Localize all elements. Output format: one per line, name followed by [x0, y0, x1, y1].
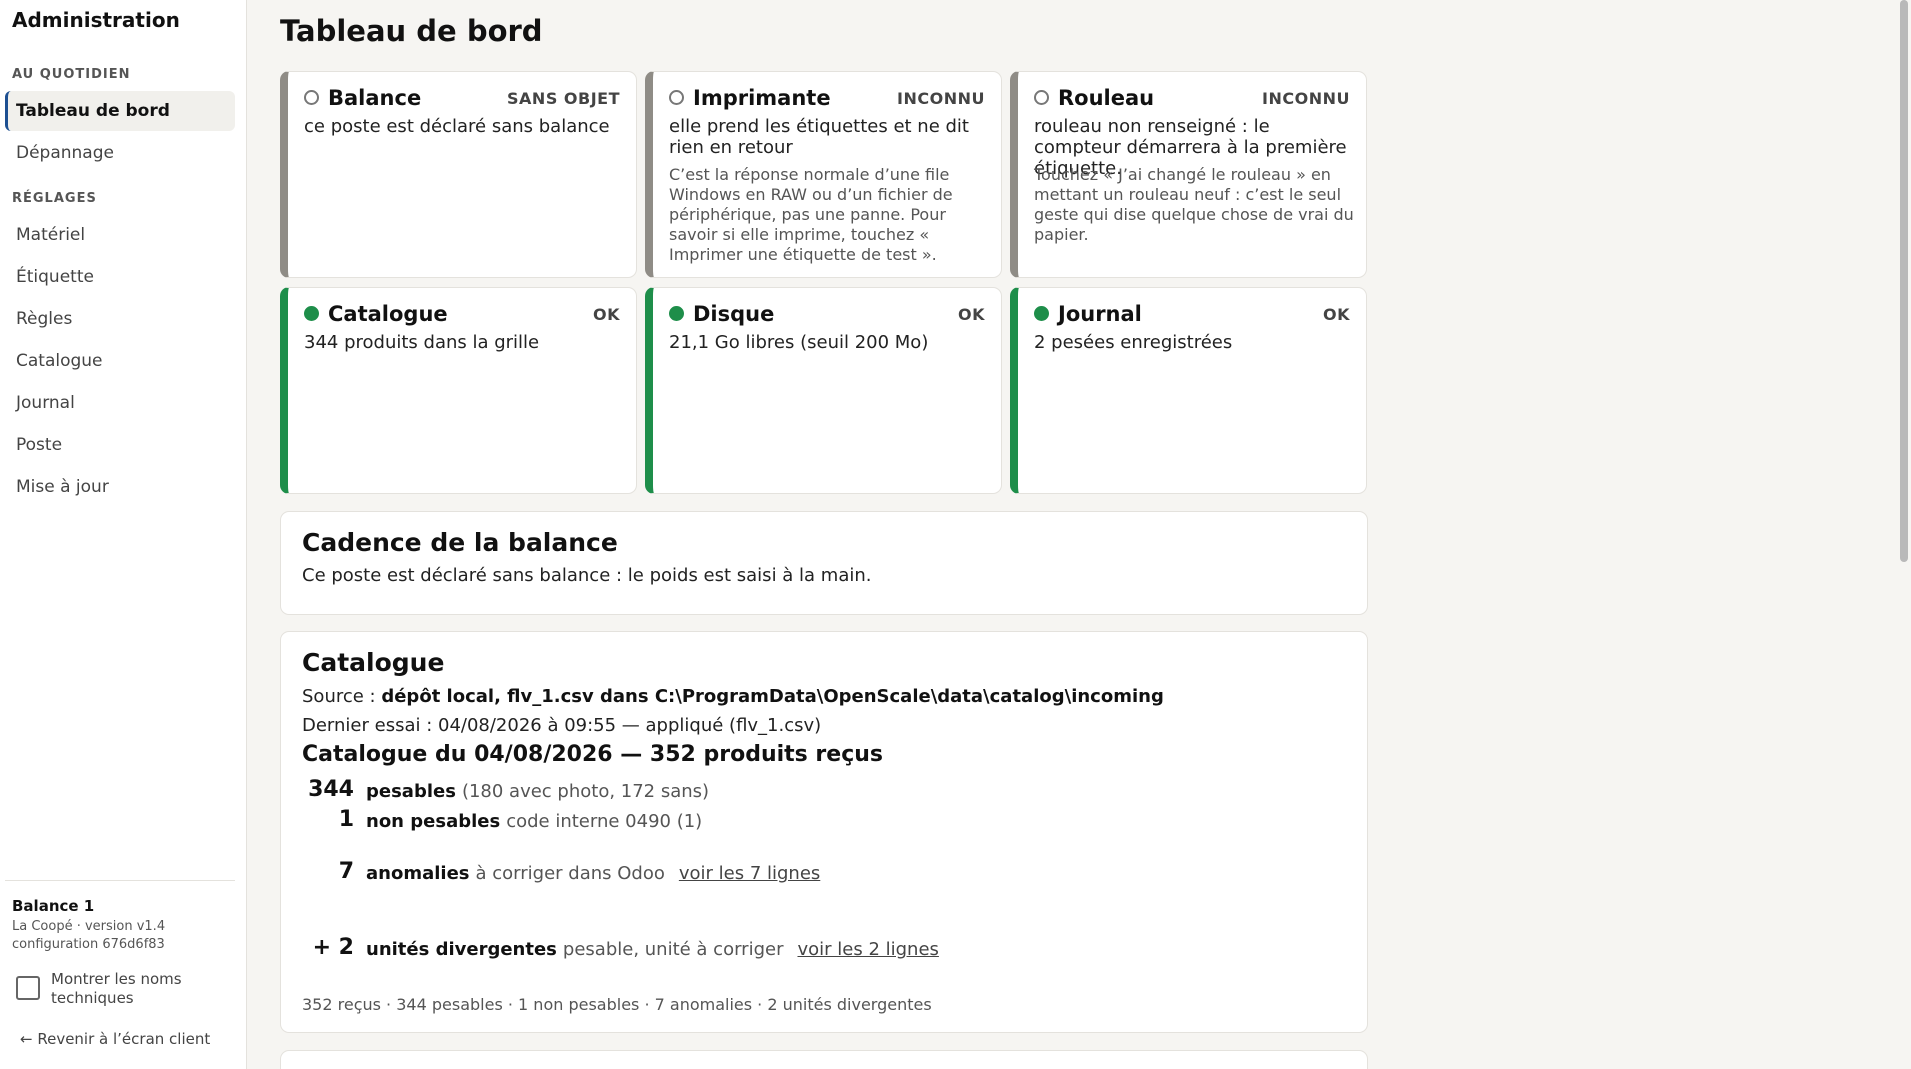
station-version: La Coopé · version v1.4: [12, 919, 166, 934]
stat-label-text: non pesables: [366, 811, 501, 832]
back-to-client-link[interactable]: ← Revenir à l’écran client: [20, 1030, 210, 1048]
section-label-settings: RÉGLAGES: [12, 191, 97, 206]
card-title: Journal: [1058, 302, 1142, 326]
status-dot-icon: [669, 306, 684, 321]
status-badge: INCONNU: [1262, 89, 1350, 108]
cadence-panel: Cadence de la balance Ce poste est décla…: [280, 511, 1368, 615]
card-scale: Balance SANS OBJET ce poste est déclaré …: [280, 71, 637, 278]
section-label-daily: AU QUOTIDIEN: [12, 67, 131, 82]
card-description: ce poste est déclaré sans balance: [304, 116, 610, 137]
tech-names-toggle[interactable]: Montrer les noms techniques: [16, 970, 236, 1010]
sidebar-item-troubleshooting[interactable]: Dépannage: [5, 133, 235, 173]
card-title: Rouleau: [1058, 86, 1155, 110]
station-name: Balance 1: [12, 897, 95, 915]
page-title: Tableau de bord: [280, 14, 543, 48]
card-title: Disque: [693, 302, 775, 326]
cadence-text: Ce poste est déclaré sans balance : le p…: [302, 565, 872, 586]
stat-number: + 2: [312, 935, 354, 960]
status-dot-icon: [669, 90, 684, 105]
catalogue-title: Catalogue: [302, 648, 445, 677]
view-anomalies-link[interactable]: voir les 7 lignes: [679, 863, 820, 884]
scrollbar[interactable]: [1897, 0, 1911, 1069]
catalogue-last-try: Dernier essai : 04/08/2026 à 09:55 — app…: [302, 715, 822, 736]
brand-title: Administration: [12, 8, 180, 32]
cadence-title: Cadence de la balance: [302, 528, 618, 557]
status-badge: OK: [593, 305, 620, 324]
card-catalogue: Catalogue OK 344 produits dans la grille: [280, 287, 637, 494]
stat-label: anomalies à corriger dans Odoo voir les 7 …: [366, 863, 820, 884]
card-title: Catalogue: [328, 302, 448, 326]
card-journal: Journal OK 2 pesées enregistrées: [1010, 287, 1367, 494]
card-description: 2 pesées enregistrées: [1034, 332, 1233, 353]
card-title: Imprimante: [693, 86, 831, 110]
card-printer: Imprimante INCONNU elle prend les étique…: [645, 71, 1002, 278]
next-panel: [280, 1050, 1368, 1069]
sidebar-item-hardware[interactable]: Matériel: [5, 215, 235, 255]
catalogue-panel: Catalogue Source : dépôt local, flv_1.cs…: [280, 631, 1368, 1033]
card-description: 21,1 Go libres (seuil 200 Mo): [669, 332, 929, 353]
sidebar-item-update[interactable]: Mise à jour: [5, 467, 235, 507]
sidebar-divider: [5, 880, 235, 881]
card-note: Touchez « J’ai changé le rouleau » en me…: [1034, 165, 1354, 244]
sidebar-item-label[interactable]: Étiquette: [5, 257, 235, 297]
card-description: elle prend les étiquettes et ne dit rien…: [669, 116, 969, 158]
sidebar-item-dashboard[interactable]: Tableau de bord: [5, 91, 235, 131]
stat-number: 1: [338, 807, 354, 832]
card-roll: Rouleau INCONNU rouleau non renseigné : …: [1010, 71, 1367, 278]
card-note: C’est la réponse normale d’une file Wind…: [669, 165, 953, 264]
stat-label-text: unités divergentes: [366, 939, 557, 960]
sidebar: Administration AU QUOTIDIEN Tableau de b…: [0, 0, 247, 1069]
status-dot-icon: [304, 306, 319, 321]
stat-label: unités divergentes pesable, unité à corri…: [366, 939, 939, 960]
sidebar-item-station[interactable]: Poste: [5, 425, 235, 465]
stat-number: 344: [308, 777, 354, 802]
status-badge: SANS OBJET: [507, 89, 620, 108]
stat-label: non pesables code interne 0490 (1): [366, 811, 702, 832]
source-label: Source :: [302, 686, 382, 707]
stat-row-weighable: 344 pesables (180 avec photo, 172 sans): [302, 777, 1302, 807]
scrollbar-thumb[interactable]: [1900, 0, 1908, 562]
status-dot-icon: [304, 90, 319, 105]
tech-names-checkbox[interactable]: [16, 976, 40, 1000]
status-badge: INCONNU: [897, 89, 985, 108]
catalogue-heading: Catalogue du 04/08/2026 — 352 produits r…: [302, 742, 884, 767]
sidebar-item-rules[interactable]: Règles: [5, 299, 235, 339]
stat-row-anomalies: 7 anomalies à corriger dans Odoo voir les …: [302, 859, 1302, 889]
status-badge: OK: [958, 305, 985, 324]
source-value: dépôt local, flv_1.csv dans C:\ProgramDa…: [381, 686, 1164, 707]
status-badge: OK: [1323, 305, 1350, 324]
stat-number: 7: [338, 859, 354, 884]
station-config: configuration 676d6f83: [12, 937, 165, 952]
card-disk: Disque OK 21,1 Go libres (seuil 200 Mo): [645, 287, 1002, 494]
card-description: 344 produits dans la grille: [304, 332, 540, 353]
stat-detail: à corriger dans Odoo: [475, 863, 665, 884]
stat-detail: (180 avec photo, 172 sans): [461, 781, 710, 802]
stat-label-text: pesables: [366, 781, 456, 802]
stat-label: pesables (180 avec photo, 172 sans): [366, 781, 709, 802]
stat-row-divergent-units: + 2 unités divergentes pesable, unité à c…: [302, 935, 1302, 965]
catalogue-source: Source : dépôt local, flv_1.csv dans C:\…: [302, 686, 1164, 707]
sidebar-item-catalogue[interactable]: Catalogue: [5, 341, 235, 381]
tech-names-label[interactable]: Montrer les noms techniques: [51, 970, 201, 1008]
status-dot-icon: [1034, 306, 1049, 321]
catalogue-summary: 352 reçus · 344 pesables · 1 non pesable…: [302, 995, 932, 1014]
stat-row-non-weighable: 1 non pesables code interne 0490 (1): [302, 807, 1302, 837]
sidebar-item-journal[interactable]: Journal: [5, 383, 235, 423]
view-divergent-link[interactable]: voir les 2 lignes: [797, 939, 938, 960]
card-title: Balance: [328, 86, 422, 110]
stat-detail: code interne 0490 (1): [506, 811, 703, 832]
status-dot-icon: [1034, 90, 1049, 105]
stat-detail: pesable, unité à corriger: [562, 939, 784, 960]
stat-label-text: anomalies: [366, 863, 470, 884]
